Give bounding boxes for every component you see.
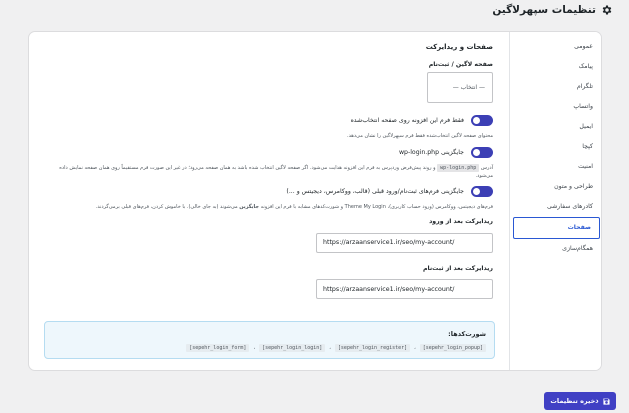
sidebar-item-whatsapp[interactable]: واتساپ — [510, 97, 601, 117]
wp-login-description: آدرس wp-login.php و روند پیش‌فرض وردپرس … — [41, 163, 493, 181]
redirect-login-label: ریدایرکت بعد از ورود — [429, 218, 493, 225]
sidebar-item-telegram[interactable]: تلگرام — [510, 77, 601, 97]
replace-forms-desc-text-1: فرم‌های دیجیتس، ووکامرس (ورود حساب کاربر… — [260, 203, 493, 210]
replace-forms-desc-bold: جایگزین — [239, 203, 260, 210]
replace-forms-label: جایگزینی فرم‌های ثبت‌نام/ورود قبلی (قالب… — [286, 187, 464, 195]
shortcode-separator: ، — [253, 345, 256, 351]
sidebar-item-custom-fields[interactable]: کادرهای سفارشی — [510, 197, 601, 217]
only-form-toggle[interactable] — [471, 115, 493, 126]
sidebar-item-sync[interactable]: همگام‌سازی — [510, 239, 601, 259]
page-title: تنظیمات سپهرلاگین — [492, 4, 596, 16]
wp-login-toggle[interactable] — [471, 146, 493, 158]
gear-icon — [602, 5, 612, 15]
shortcodes-list: [sepehr_login_popup] ، [sepehr_login_reg… — [53, 344, 486, 352]
shortcode-form: [sepehr_login_form] — [186, 344, 250, 352]
sidebar-item-design[interactable]: طراحی و متون — [510, 177, 601, 197]
redirect-register-input[interactable] — [316, 279, 493, 299]
shortcode-popup: [sepehr_login_popup] — [419, 344, 486, 352]
wp-login-row: جایگزینی wp-login.php — [41, 146, 493, 158]
replace-forms-row: جایگزینی فرم‌های ثبت‌نام/ورود قبلی (قالب… — [41, 185, 493, 197]
section-title: صفحات و ریدایرکت — [425, 43, 493, 51]
shortcode-separator: ، — [329, 345, 331, 351]
shortcode-login: [sepehr_login_login] — [259, 344, 326, 352]
only-form-label: فقط فرم این افزونه روی صفحه انتخاب‌شده — [350, 117, 464, 124]
sidebar-item-pages[interactable]: صفحات — [513, 217, 600, 239]
sidebar-item-general[interactable]: عمومی — [510, 37, 601, 57]
wp-login-label: جایگزینی wp-login.php — [398, 148, 464, 156]
wp-login-code: wp-login.php — [437, 163, 480, 172]
sidebar-item-captcha[interactable]: کپچا — [510, 137, 601, 157]
login-page-select[interactable]: — انتخاب — — [427, 72, 493, 103]
only-form-description: محتوای صفحه لاگین انتخاب‌شده فقط فرم سپه… — [346, 133, 493, 139]
shortcodes-notice: شورت‌کدها: [sepehr_login_popup] ، [sepeh… — [44, 321, 495, 359]
sidebar-item-security[interactable]: امنیت — [510, 157, 601, 177]
shortcode-separator: ، — [414, 345, 416, 351]
sidebar-item-sms[interactable]: پیامک — [510, 57, 601, 77]
save-settings-button[interactable]: ذخیره تنظیمات — [544, 392, 616, 410]
save-icon — [603, 397, 610, 405]
settings-card: عمومی پیامک تلگرام واتساپ ایمیل کپچا امن… — [28, 31, 602, 371]
shortcode-register: [sepehr_login_register] — [334, 344, 411, 352]
pages-settings-panel: صفحات و ریدایرکت صفحه لاگین / ثبت‌نام — … — [41, 43, 493, 299]
replace-forms-toggle[interactable] — [471, 185, 493, 197]
replace-forms-description: فرم‌های دیجیتس، ووکامرس (ورود حساب کاربر… — [41, 203, 493, 212]
wp-login-desc-text-1: آدرس — [480, 164, 493, 171]
sidebar-item-email[interactable]: ایمیل — [510, 117, 601, 137]
wp-login-desc-text-2: و روند پیش‌فرض وردپرس به فرم این افزونه … — [59, 164, 493, 180]
redirect-register-label: ریدایرکت بعد از ثبت‌نام — [422, 264, 493, 272]
sidebar: عمومی پیامک تلگرام واتساپ ایمیل کپچا امن… — [509, 32, 601, 370]
page-header: تنظیمات سپهرلاگین — [492, 4, 613, 16]
save-settings-label: ذخیره تنظیمات — [550, 397, 599, 405]
redirect-login-input[interactable] — [316, 232, 493, 253]
replace-forms-desc-text-2: می‌شوند (به جای خالی). با خاموش کردن، فر… — [95, 203, 238, 210]
login-page-label: صفحه لاگین / ثبت‌نام — [428, 61, 493, 68]
only-form-row: فقط فرم این افزونه روی صفحه انتخاب‌شده — [41, 115, 493, 126]
shortcodes-title: شورت‌کدها: — [448, 330, 486, 338]
